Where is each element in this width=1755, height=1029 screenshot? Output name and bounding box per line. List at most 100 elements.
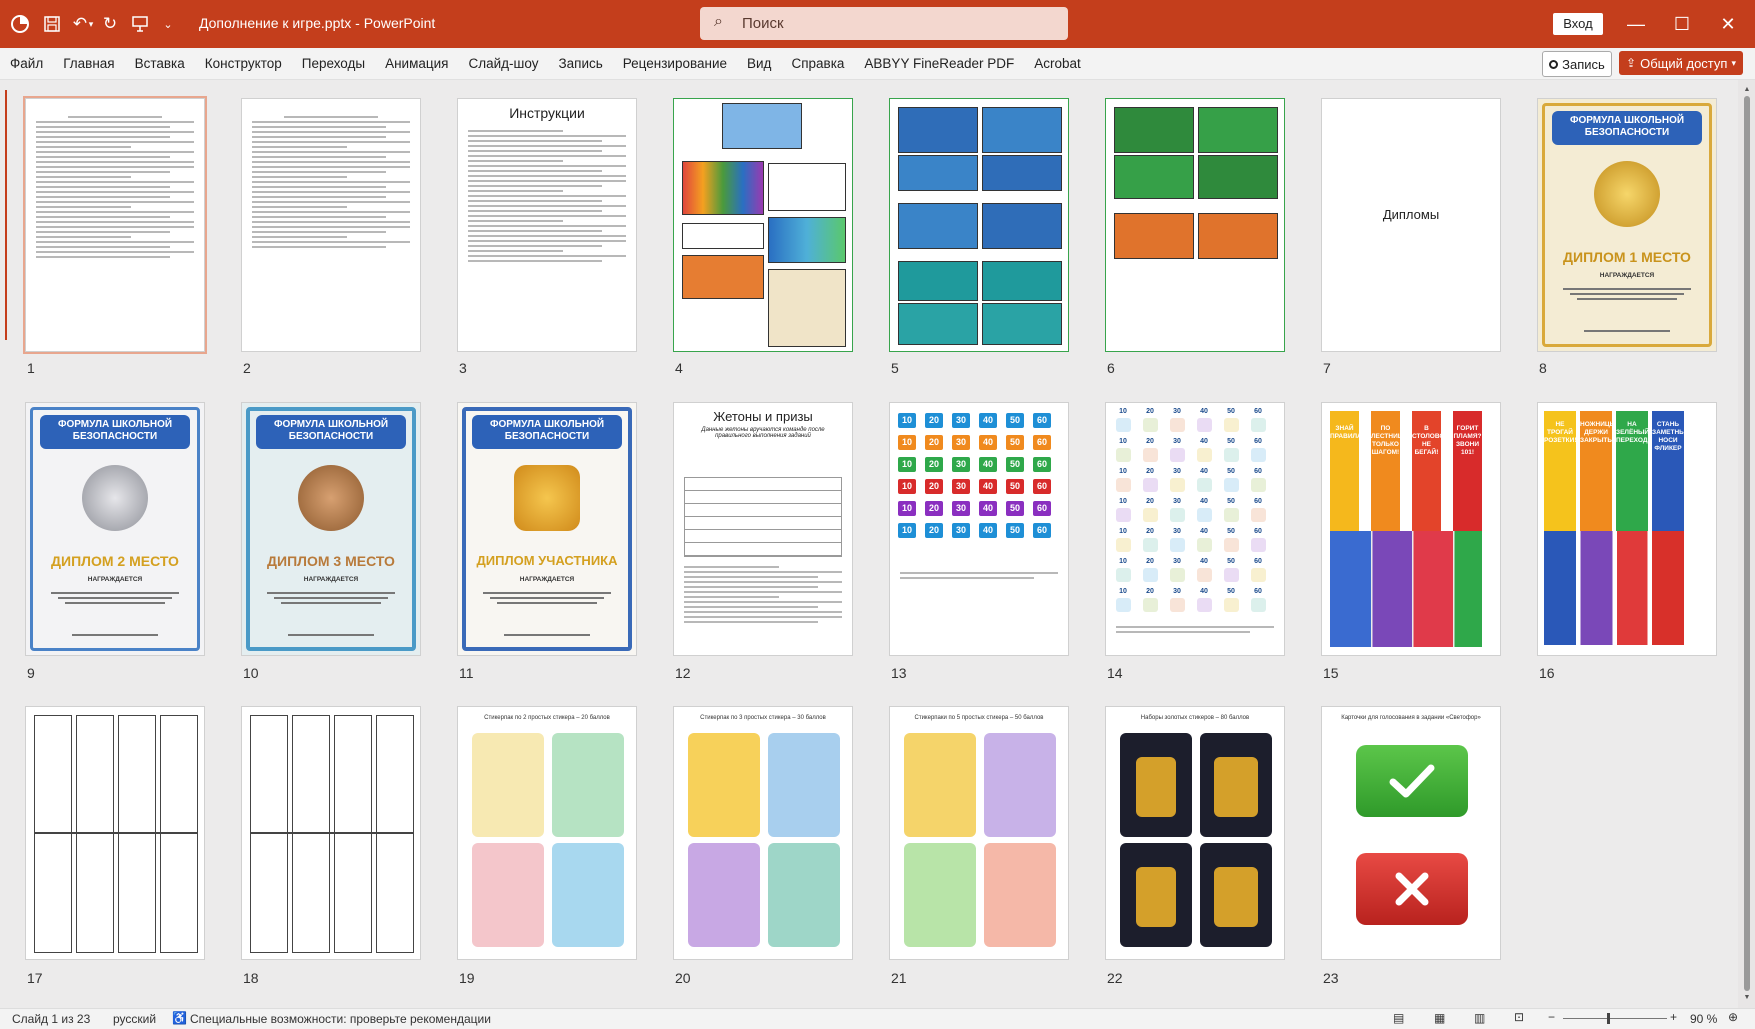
sticker-icon [1116,478,1131,492]
scrollbar-thumb[interactable] [1744,96,1750,991]
scroll-down-icon[interactable]: ▼ [1742,994,1752,1001]
slide-number: 4 [675,360,683,376]
language-indicator[interactable]: русский [113,1012,156,1026]
search-box[interactable]: ⌕ Поиск [700,7,1068,40]
minimize-icon[interactable]: — [1622,10,1650,38]
certificate-award: НАГРАЖДАЕТСЯ [519,576,575,583]
slide-thumbnail-10[interactable]: ФОРМУЛА ШКОЛЬНОЙ БЕЗОПАСНОСТИ ДИПЛОМ 3 М… [241,402,421,656]
scroll-up-icon[interactable]: ▲ [1742,86,1752,93]
menu-tab-8[interactable]: Рецензирование [619,56,731,71]
slide-thumbnail-3[interactable]: Инструкции [457,98,637,352]
slide-thumbnail-2[interactable] [241,98,421,352]
slide-thumbnail-5[interactable] [889,98,1069,352]
sticker-icon [1197,448,1212,462]
accessibility-status[interactable]: Специальные возможности: проверьте реком… [190,1012,491,1026]
document-title: Дополнение к игре.pptx - PowerPoint [199,15,436,31]
menu-tab-4[interactable]: Переходы [298,56,369,71]
slide-thumbnail-16[interactable]: НЕ ТРОГАЙ РОЗЕТКИ! НОЖНИЦЫ ДЕРЖИ ЗАКРЫТЫ… [1537,402,1717,656]
slide-thumbnail-21[interactable]: Стикерпаки по 5 простых стикера – 50 бал… [889,706,1069,960]
reading-view-icon[interactable]: ▥ [1474,1011,1485,1025]
share-button[interactable]: ⇪ Общий доступ ▾ [1619,51,1743,75]
sign-in-button[interactable]: Вход [1553,13,1603,35]
slide-thumbnail-22[interactable]: Наборы золотых стикеров – 80 баллов [1105,706,1285,960]
slide-counter[interactable]: Слайд 1 из 23 [12,1012,90,1026]
slideshow-view-icon[interactable]: ⊡ [1514,1010,1524,1024]
sticker-icon [1251,568,1266,582]
token-10: 10 [898,523,916,538]
start-slideshow-icon[interactable] [128,12,152,36]
token-40: 40 [979,501,997,516]
slide-thumbnail-12[interactable]: Жетоны и призы Данные жетоны вручаются к… [673,402,853,656]
slide-sorter-view-icon[interactable]: ▦ [1434,1011,1445,1025]
slide-thumbnail-19[interactable]: Стикерпак по 2 простых стикера – 20 балл… [457,706,637,960]
slide-image [898,155,978,191]
token-20: 20 [925,501,943,516]
save-icon[interactable] [40,12,64,36]
sticker-icon [1143,538,1158,552]
sticker-icon [1116,448,1131,462]
menu-tab-5[interactable]: Анимация [381,56,452,71]
slide-thumbnail-23[interactable]: Карточки для голосования в задании «Свет… [1321,706,1501,960]
slide-image [898,303,978,345]
customize-toolbar-icon[interactable]: ⌄ [156,12,180,36]
token-label: 30 [1173,558,1181,565]
zoom-out-icon[interactable]: − [1548,1010,1555,1024]
slide-image [1114,155,1194,199]
token-label: 20 [1146,528,1154,535]
slide-thumbnail-9[interactable]: ФОРМУЛА ШКОЛЬНОЙ БЕЗОПАСНОСТИ ДИПЛОМ 2 М… [25,402,205,656]
slide-thumbnail-4[interactable] [673,98,853,352]
zoom-level[interactable]: 90 % [1690,1012,1717,1026]
token-label: 40 [1200,438,1208,445]
menu-tab-3[interactable]: Конструктор [201,56,286,71]
bronze-medal-icon [298,465,364,531]
maximize-icon[interactable]: ☐ [1668,10,1696,38]
redo-icon[interactable]: ↻ [98,12,122,36]
slide-thumbnail-7[interactable]: Дипломы [1321,98,1501,352]
sticker-card [552,843,624,947]
menu-tab-11[interactable]: ABBYY FineReader PDF [860,56,1018,71]
zoom-slider-thumb[interactable] [1607,1013,1610,1024]
undo-dropdown-icon[interactable]: ▾ [86,12,96,36]
slide-thumbnail-6[interactable] [1105,98,1285,352]
menu-tab-0[interactable]: Файл [6,56,47,71]
text-content [468,127,626,265]
slide-thumbnail-1[interactable] [23,96,207,354]
slide-number: 6 [1107,360,1115,376]
slide-thumbnail-17[interactable] [25,706,205,960]
slide-thumbnail-20[interactable]: Стикерпак по 3 простых стикера – 30 балл… [673,706,853,960]
sticker-icon [1197,418,1212,432]
close-icon[interactable]: ✕ [1714,10,1742,38]
menu-tab-1[interactable]: Главная [59,56,118,71]
search-placeholder: Поиск [742,15,784,32]
menu-tab-7[interactable]: Запись [554,56,606,71]
slide-image [1114,107,1194,153]
ribbon-tabs: Файл Главная Вставка Конструктор Переходы Ани… [0,48,1755,80]
token-60: 60 [1033,523,1051,538]
powerpoint-logo-icon[interactable] [8,12,32,36]
zoom-slider[interactable] [1563,1013,1667,1024]
sticker-icon [1197,508,1212,522]
vertical-scrollbar[interactable]: ▲ ▼ [1742,86,1752,1006]
slide-thumbnail-14[interactable]: 10 20 30 40 50 60 10 20 30 40 50 60 10 20 30 40 50 60 10 20… [1105,402,1285,656]
slide-thumbnail-13[interactable]: 10 20 30 40 50 60 10 20 30 40 50 60 10 20 30 40 50 60 10 20… [889,402,1069,656]
menu-tab-2[interactable]: Вставка [131,56,189,71]
token-40: 40 [979,479,997,494]
record-button[interactable]: Запись [1542,51,1612,77]
sticker-card [984,733,1056,837]
slide-thumbnail-11[interactable]: ФОРМУЛА ШКОЛЬНОЙ БЕЗОПАСНОСТИ ДИПЛОМ УЧА… [457,402,637,656]
normal-view-icon[interactable]: ▤ [1393,1011,1404,1025]
menu-tab-9[interactable]: Вид [743,56,775,71]
menu-tab-10[interactable]: Справка [787,56,848,71]
menu-tab-12[interactable]: Acrobat [1030,56,1085,71]
token-label: 20 [1146,558,1154,565]
menu-tab-6[interactable]: Слайд-шоу [464,56,542,71]
slide-thumbnail-8[interactable]: ФОРМУЛА ШКОЛЬНОЙ БЕЗОПАСНОСТИ ДИПЛОМ 1 М… [1537,98,1717,352]
sticker-card [472,733,544,837]
check-icon [1389,764,1435,798]
sticker-icon [1224,448,1239,462]
zoom-in-icon[interactable]: + [1670,1010,1677,1024]
slide-thumbnail-18[interactable] [241,706,421,960]
slide-thumbnail-15[interactable]: ЗНАЙ ПРАВИЛА! ПО ЛЕСТНИЦЕ ТОЛЬКО ШАГОМ! … [1321,402,1501,656]
fit-to-window-icon[interactable]: ⊕ [1728,1010,1738,1024]
prize-table [684,477,842,557]
